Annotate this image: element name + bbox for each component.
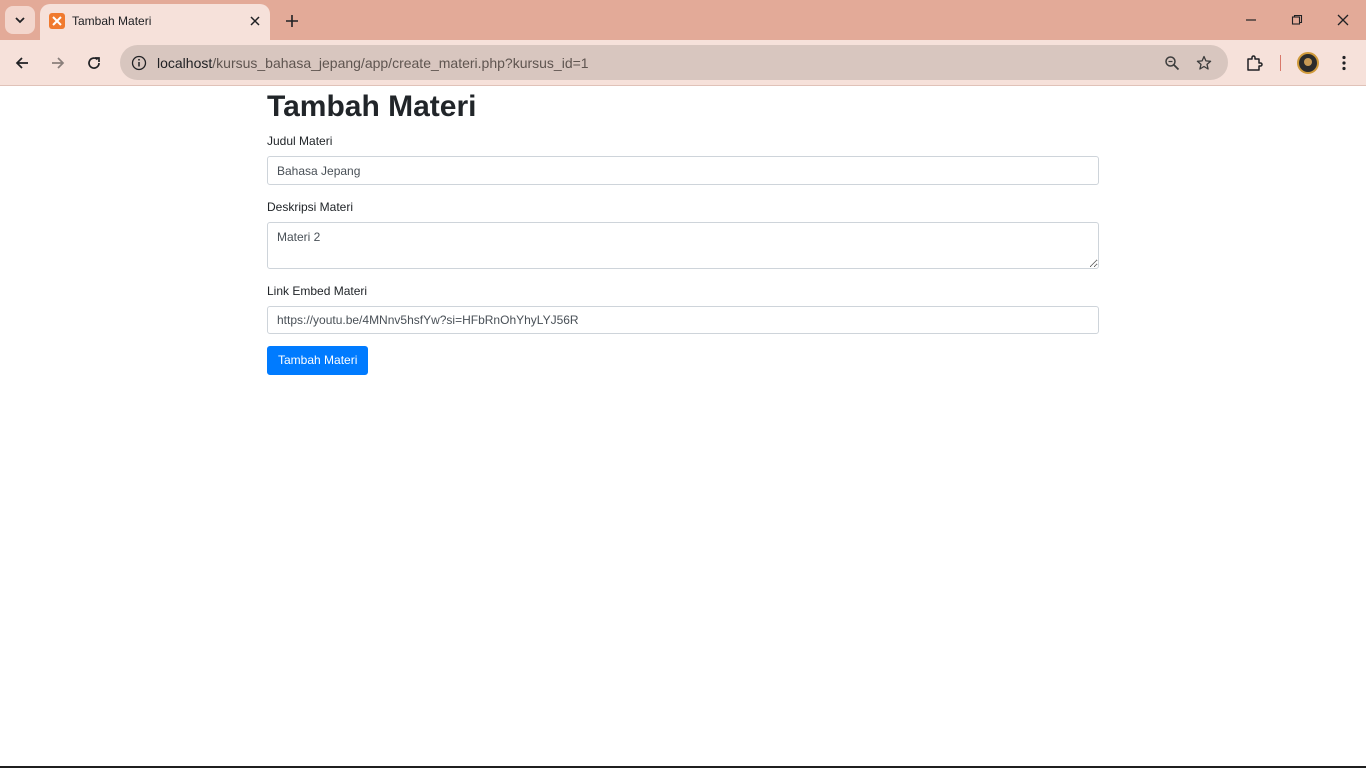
judul-materi-input[interactable] xyxy=(267,156,1099,185)
page-body: Tambah Materi Judul Materi Deskripsi Mat… xyxy=(0,87,1366,766)
xampp-favicon-icon xyxy=(49,13,65,29)
link-embed-materi-input[interactable] xyxy=(267,306,1099,334)
more-menu-icon[interactable] xyxy=(1331,50,1357,76)
restore-icon[interactable] xyxy=(1282,6,1312,34)
toolbar-separator xyxy=(1280,55,1281,71)
reload-icon[interactable] xyxy=(81,50,107,76)
profile-avatar[interactable] xyxy=(1297,52,1319,74)
tab-strip: Tambah Materi xyxy=(0,0,1366,40)
forward-arrow-icon[interactable] xyxy=(45,50,71,76)
minimize-icon[interactable] xyxy=(1236,6,1266,34)
deskripsi-materi-textarea[interactable]: Materi 2 xyxy=(267,222,1099,269)
tab-search-button[interactable] xyxy=(5,6,35,34)
url-host: localhost xyxy=(157,55,213,71)
deskripsi-materi-label: Deskripsi Materi xyxy=(267,200,354,214)
url-text: localhost/kursus_bahasa_jepang/app/creat… xyxy=(157,55,589,71)
tab-title: Tambah Materi xyxy=(72,14,152,28)
tab-close-icon[interactable] xyxy=(246,12,264,30)
tambah-materi-button[interactable]: Tambah Materi xyxy=(267,346,369,375)
form-container: Tambah Materi Judul Materi Deskripsi Mat… xyxy=(267,87,1099,375)
browser-toolbar: localhost/kursus_bahasa_jepang/app/creat… xyxy=(0,40,1366,86)
link-embed-materi-label: Link Embed Materi xyxy=(267,284,368,298)
address-bar[interactable]: localhost/kursus_bahasa_jepang/app/creat… xyxy=(120,45,1228,80)
site-info-icon[interactable] xyxy=(128,52,150,74)
page-title: Tambah Materi xyxy=(267,90,477,123)
back-arrow-icon[interactable] xyxy=(9,50,35,76)
chevron-down-icon xyxy=(15,17,25,24)
new-tab-plus-icon[interactable] xyxy=(280,9,304,33)
extensions-puzzle-icon[interactable] xyxy=(1241,50,1267,76)
bookmark-star-icon[interactable] xyxy=(1194,53,1214,73)
url-path: /kursus_bahasa_jepang/app/create_materi.… xyxy=(212,55,589,71)
active-tab[interactable]: Tambah Materi xyxy=(40,4,270,40)
close-window-icon[interactable] xyxy=(1328,6,1358,34)
judul-materi-label: Judul Materi xyxy=(267,134,333,148)
zoom-magnifier-icon[interactable] xyxy=(1162,53,1182,73)
